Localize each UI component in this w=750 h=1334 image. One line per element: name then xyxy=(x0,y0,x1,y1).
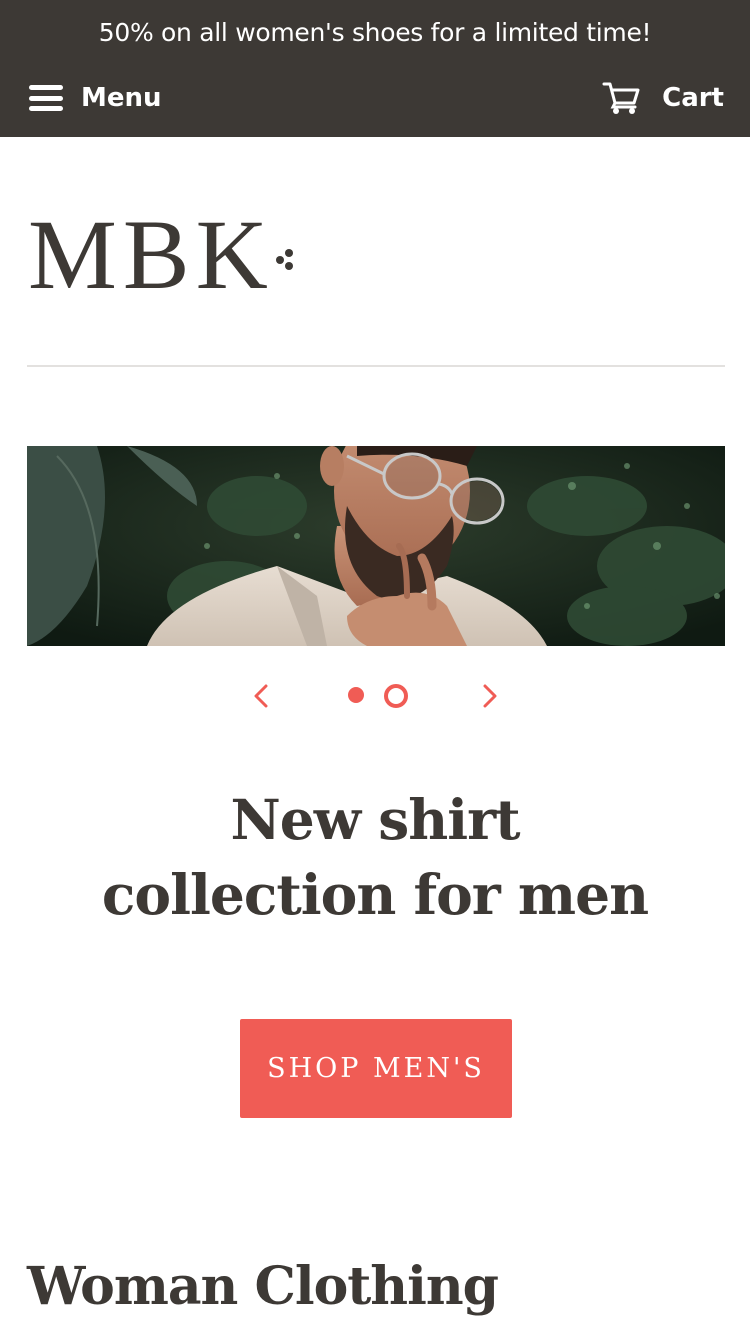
header-divider xyxy=(27,365,725,367)
slideshow-controls xyxy=(0,676,750,716)
menu-label: Menu xyxy=(81,83,162,113)
announcement-bar: 50% on all women's shoes for a limited t… xyxy=(98,18,652,47)
shop-mens-button[interactable]: SHOP MEN'S xyxy=(240,1019,512,1118)
menu-button[interactable]: Menu xyxy=(29,80,162,116)
top-bar: 50% on all women's shoes for a limited t… xyxy=(0,0,750,137)
section-title-woman-clothing: Woman Clothing xyxy=(27,1256,499,1317)
cart-label: Cart xyxy=(662,83,724,113)
slide-dot-2[interactable] xyxy=(384,684,408,708)
site-logo[interactable]: MBK xyxy=(28,205,308,315)
hero-photo xyxy=(27,446,725,646)
headline-line-2: collection for men xyxy=(101,862,649,927)
chevron-left-icon[interactable] xyxy=(250,684,274,708)
cart-button[interactable]: Cart xyxy=(602,80,724,116)
logo-dots-icon xyxy=(274,245,298,285)
headline-line-1: New shirt xyxy=(230,787,521,852)
cart-icon xyxy=(602,82,640,114)
hero-slide-image xyxy=(27,446,725,646)
chevron-right-icon[interactable] xyxy=(477,684,501,708)
slide-dot-1[interactable] xyxy=(348,687,364,703)
slide-headline: New shirt collection for men xyxy=(0,782,750,932)
logo-text: MBK xyxy=(28,199,274,310)
hamburger-icon xyxy=(29,85,63,111)
